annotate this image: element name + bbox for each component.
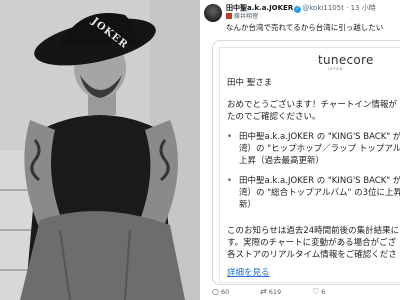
post-time[interactable]: · 13 小時: [346, 4, 376, 12]
email-bullet-line: 田中聖a.k.a.JOKER の "KING'S BACK" が（: [239, 176, 400, 186]
badge-icon: [226, 13, 232, 19]
like-count: 6: [321, 288, 326, 296]
details-link[interactable]: 詳細を見る: [227, 267, 270, 279]
bullet-dot: •: [227, 132, 233, 142]
email-notice-line: 各ストアのリアルタイム情報をご確認くださ: [227, 250, 397, 260]
retweet-button[interactable]: ⇄ 619: [260, 287, 281, 297]
tunecore-logo: tunecore: [318, 53, 374, 67]
retweet-icon: ⇄: [260, 287, 267, 296]
reply-button[interactable]: ○ 60: [212, 287, 229, 297]
author-handle[interactable]: @koki1105t: [302, 4, 344, 12]
email-greeting: 田中 聖さま: [227, 78, 273, 88]
avatar[interactable]: [204, 4, 222, 22]
email-bullet-line: 上昇（過去最高更新）: [239, 156, 325, 166]
email-line: たのでご確認ください。: [227, 112, 321, 122]
email-line: おめでとうございます！チャートイン情報が: [227, 100, 397, 110]
tunecore-logo-sub: JAPAN: [328, 67, 344, 71]
like-button[interactable]: ♡ 6: [312, 287, 325, 297]
email-bullet-line: 田中聖a.k.a.JOKER の "KING'S BACK" が（: [239, 132, 400, 142]
reply-icon: ○: [212, 287, 219, 296]
retweet-count: 619: [268, 288, 282, 296]
badge-label: 藤井翔理: [234, 13, 259, 20]
email-bullet-line: 湾）の "ヒップホップ／ラップ トップアルバ: [239, 144, 400, 154]
email-bullet-line: 新）: [239, 200, 257, 210]
author-name[interactable]: 田中聖a.k.a.JOKER: [226, 4, 293, 12]
reply-count: 60: [220, 288, 230, 296]
email-notice-line: す。実際のチャートに変動がある場合がござ: [227, 238, 397, 248]
heart-icon: ♡: [312, 287, 320, 296]
tweet-actions: ○ 60 ⇄ 619 ♡ 6: [200, 285, 400, 300]
photo-illustration: [0, 0, 200, 300]
attached-image[interactable]: tunecore JAPAN 田中 聖さま おめでとうございます！チャートイン情…: [212, 40, 400, 285]
profile-photo: JOKER: [0, 0, 200, 300]
verified-icon: ✓: [294, 6, 302, 13]
email-notice-line: このお知らせは過去24時間前後の集計結果に: [227, 226, 400, 236]
affiliate-badge[interactable]: 藤井翔理: [226, 13, 258, 21]
tweet-header: 田中聖a.k.a.JOKER ✓ @koki1105t · 13 小時: [226, 3, 398, 13]
email-bullet-line: 湾）の "総合トップアルバム" の3位に上昇（: [239, 188, 400, 198]
tweet-text: なんか台湾で売れてるから台湾に引っ越したい: [226, 23, 384, 32]
bullet-dot: •: [227, 176, 233, 186]
